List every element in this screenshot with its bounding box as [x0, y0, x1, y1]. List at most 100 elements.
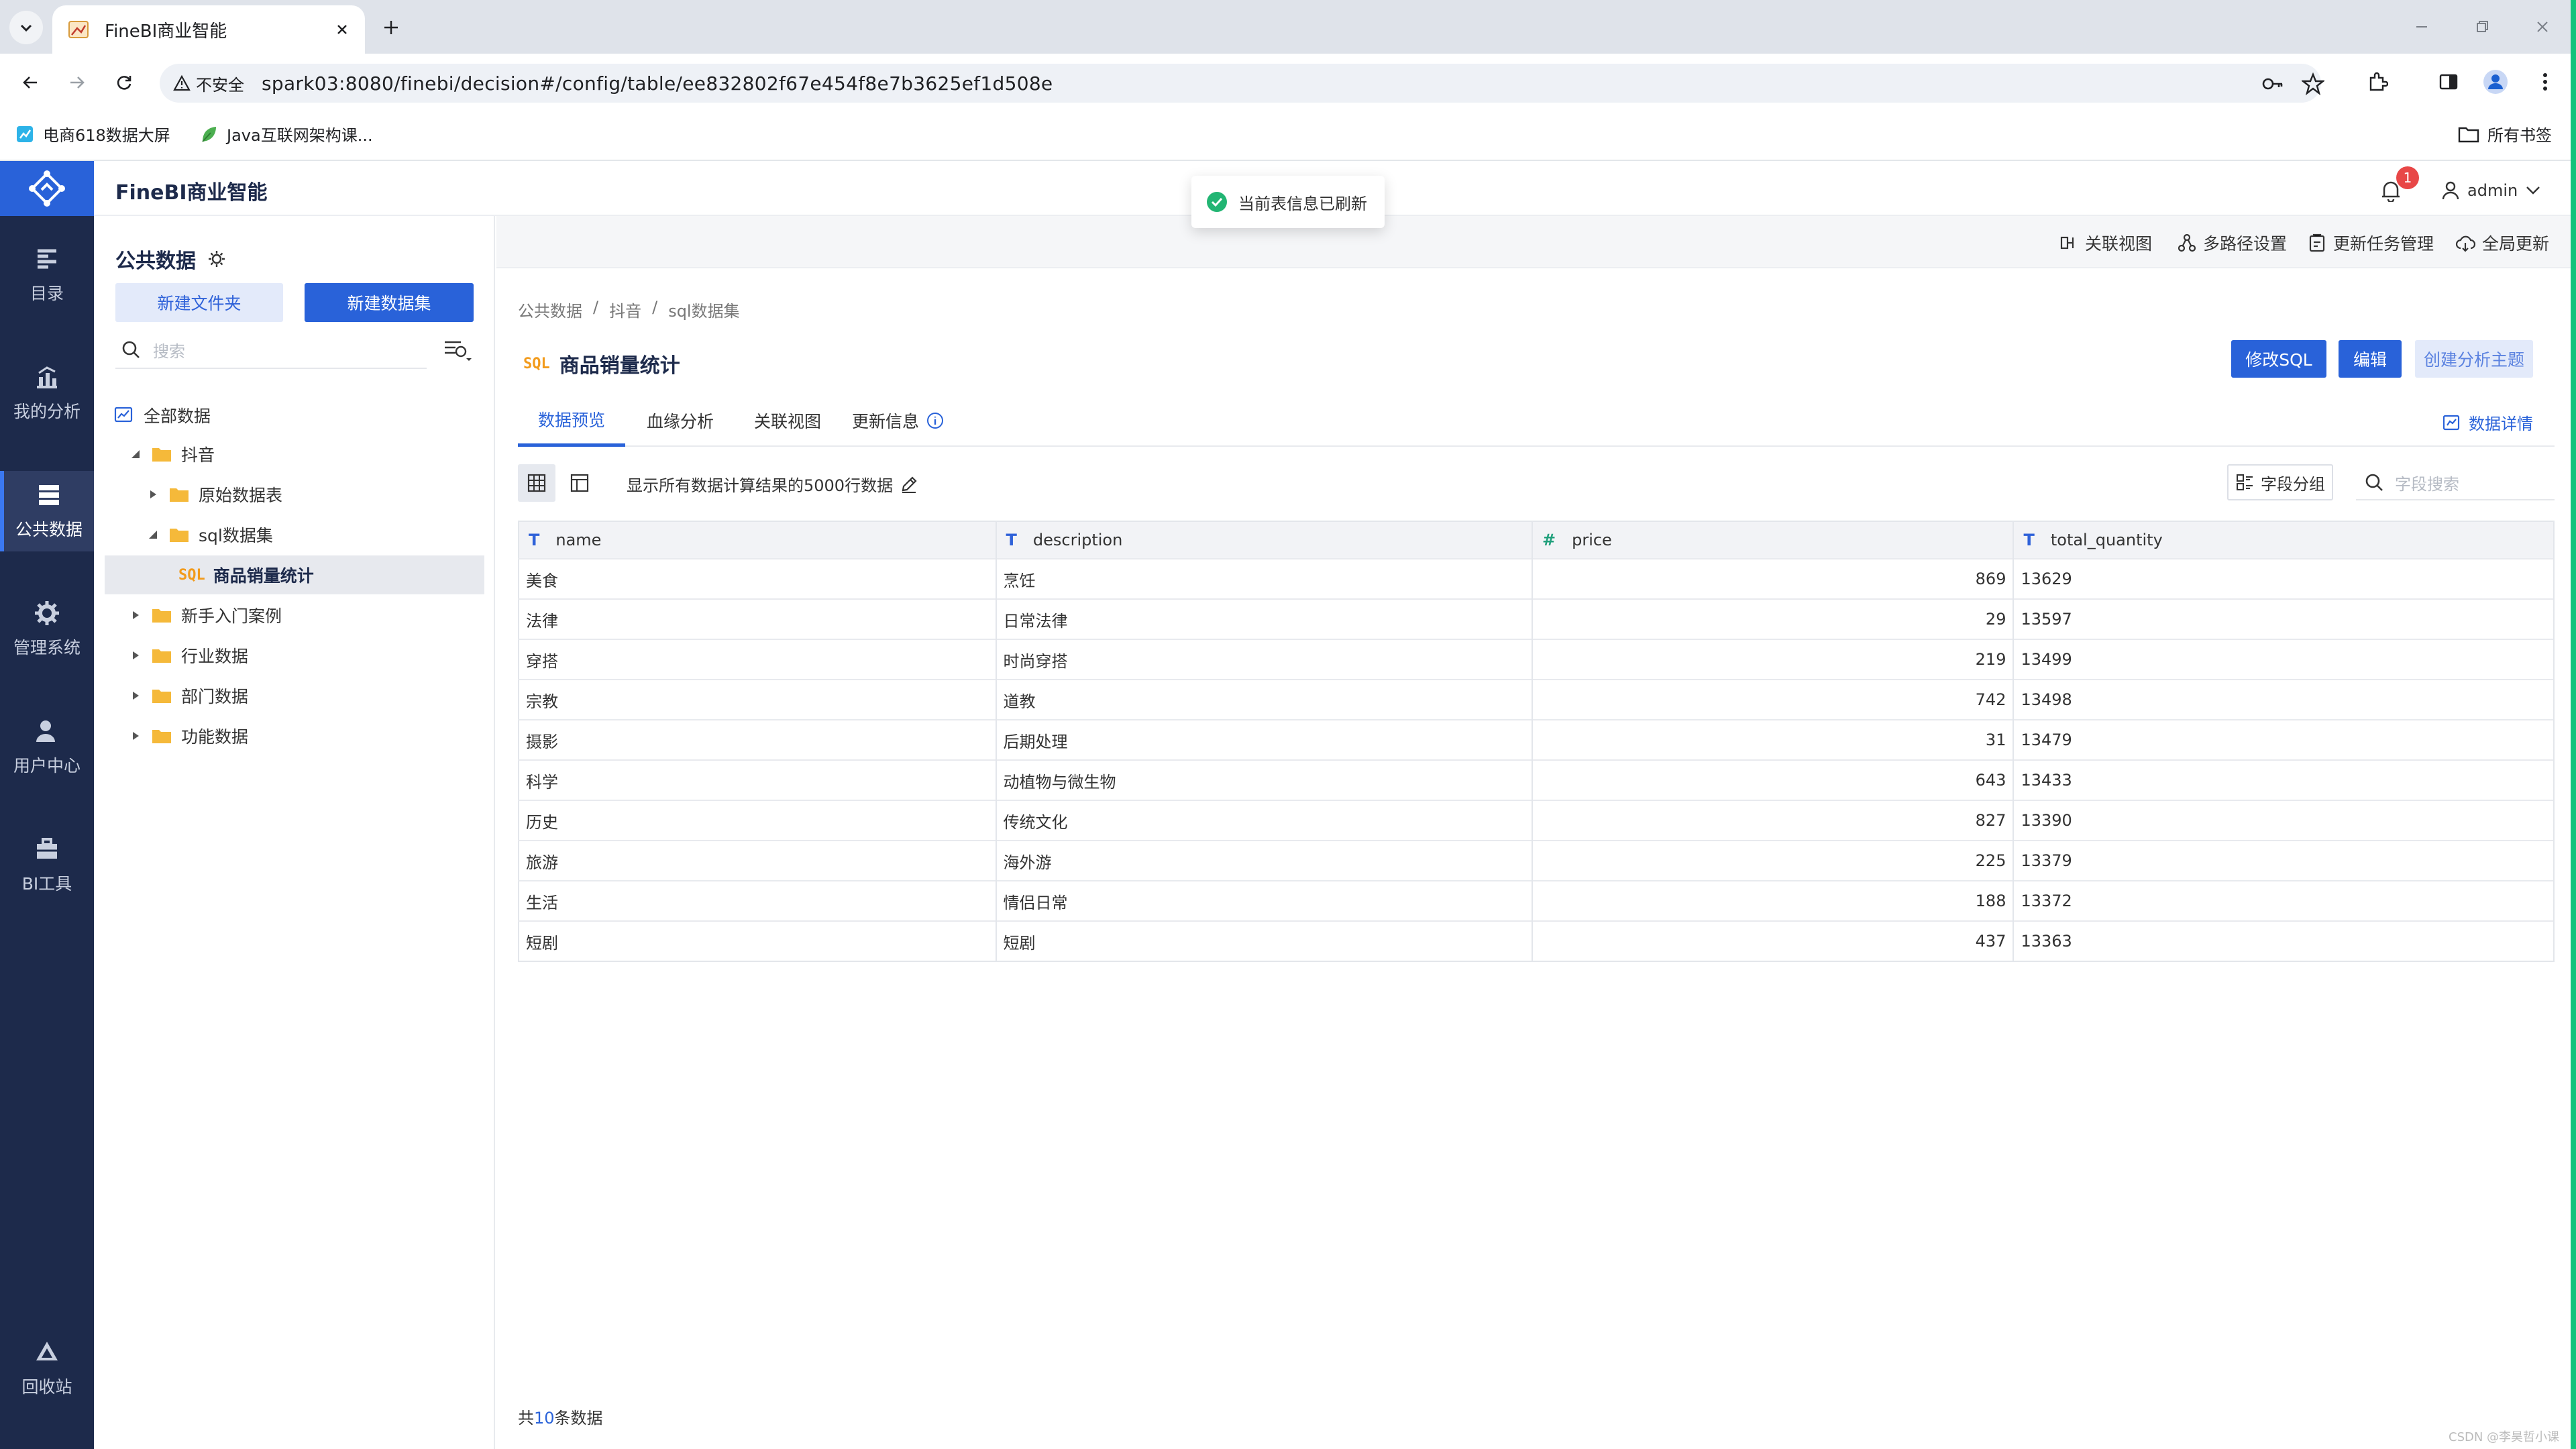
table-row[interactable]: 旅游 海外游 225 13379 — [519, 840, 2555, 881]
table-row[interactable]: 历史 传统文化 827 13390 — [519, 800, 2555, 841]
field-group-button[interactable]: 字段分组 — [2227, 464, 2333, 500]
filter-options-icon[interactable] — [440, 335, 474, 365]
table-row[interactable]: 短剧 短剧 437 13363 — [519, 920, 2555, 961]
table-row[interactable]: 科学 动植物与微生物 643 13433 — [519, 759, 2555, 800]
tree-item-folder[interactable]: 原始数据表 — [94, 475, 494, 514]
password-key-icon[interactable] — [2259, 70, 2286, 97]
table-row[interactable]: 摄影 后期处理 31 13479 — [519, 719, 2555, 760]
multi-path-action[interactable]: 多路径设置 — [2178, 229, 2287, 256]
table-cell: 31 — [1532, 719, 2015, 760]
tree-item-folder[interactable]: 新手入门案例 — [94, 596, 494, 635]
breadcrumb-item[interactable]: 公共数据 — [518, 298, 582, 321]
folder-icon — [152, 446, 172, 462]
tab-lineage[interactable]: 血缘分析 — [647, 394, 714, 447]
rail-item-bi-tools[interactable]: BI工具 — [0, 825, 94, 906]
rail-item-my-analysis[interactable]: 我的分析 — [0, 353, 94, 433]
screen-edge — [2571, 0, 2576, 1449]
field-search-input[interactable]: 字段搜索 — [2356, 466, 2555, 500]
edit-button[interactable]: 编辑 — [2339, 340, 2402, 378]
tab-update-info[interactable]: 更新信息 — [852, 394, 945, 447]
settings-gear-icon[interactable] — [207, 249, 227, 269]
new-folder-button[interactable]: 新建文件夹 — [115, 283, 283, 322]
tree-item-folder[interactable]: 部门数据 — [94, 676, 494, 715]
breadcrumb: 公共数据 / 抖音 / sql数据集 — [518, 298, 740, 321]
breadcrumb-item[interactable]: sql数据集 — [668, 298, 739, 321]
reload-icon[interactable] — [107, 66, 141, 99]
create-analysis-topic-button[interactable]: 创建分析主题 — [2415, 340, 2533, 378]
bookmark-item[interactable]: Java互联网架构课... — [199, 122, 373, 146]
restore-window-icon[interactable] — [2462, 12, 2502, 42]
extensions-puzzle-icon[interactable] — [2360, 64, 2395, 99]
caret-collapsed-icon — [145, 486, 161, 502]
browser-menu-icon[interactable] — [2528, 64, 2563, 99]
tree-item-folder[interactable]: 抖音 — [94, 435, 494, 474]
data-detail-icon — [2442, 413, 2461, 432]
top-action-bar: 关联视图 多路径设置 更新任务管理 全局更新 — [496, 216, 2576, 268]
tree-item-all-data[interactable]: 全部数据 — [94, 396, 494, 435]
rail-item-user-center[interactable]: 用户中心 — [0, 707, 94, 788]
grid-view-button[interactable] — [518, 464, 555, 502]
bookmark-item[interactable]: 电商618数据大屏 — [15, 122, 170, 146]
bookmark-star-icon[interactable] — [2300, 70, 2326, 97]
all-bookmarks[interactable]: 所有书签 — [2458, 122, 2552, 146]
table-cell: 225 — [1532, 840, 2015, 881]
search-icon — [2364, 472, 2384, 492]
close-tab-icon[interactable] — [329, 16, 356, 43]
rail-item-catalog[interactable]: 目录 — [0, 235, 94, 315]
table-row[interactable]: 穿搭 时尚穿搭 219 13499 — [519, 639, 2555, 680]
layout-view-button[interactable] — [561, 464, 598, 502]
table-cell: 日常法律 — [996, 598, 1533, 639]
user-menu[interactable]: admin — [2442, 176, 2540, 205]
forward-arrow-icon[interactable] — [60, 66, 94, 99]
data-detail-link[interactable]: 数据详情 — [2442, 411, 2533, 434]
column-header[interactable]: Tdescription — [996, 521, 1533, 559]
breadcrumb-item[interactable]: 抖音 — [609, 298, 641, 321]
related-view-action[interactable]: 关联视图 — [2059, 229, 2152, 256]
rail-item-management[interactable]: 管理系统 — [0, 589, 94, 669]
new-dataset-button[interactable]: 新建数据集 — [305, 283, 474, 322]
tree-search-input[interactable]: 搜索 — [115, 331, 427, 369]
column-header[interactable]: Tname — [519, 521, 997, 559]
caret-collapsed-icon — [127, 728, 144, 744]
rail-item-recycle-bin[interactable]: 回收站 — [0, 1328, 94, 1409]
back-arrow-icon[interactable] — [13, 66, 47, 99]
table-cell: 生活 — [519, 880, 997, 921]
column-header[interactable]: Ttotal_quantity — [2013, 521, 2555, 559]
finebi-logo-icon[interactable] — [0, 161, 94, 216]
table-cell: 13363 — [2013, 920, 2555, 961]
tree-item-dataset[interactable]: SQL 商品销量统计 — [105, 555, 484, 594]
profile-avatar-icon[interactable] — [2478, 64, 2513, 99]
side-panel-icon[interactable] — [2431, 64, 2466, 99]
tree-item-folder[interactable]: sql数据集 — [94, 515, 494, 554]
folder-icon — [169, 486, 189, 502]
table-row[interactable]: 美食 烹饪 869 13629 — [519, 558, 2555, 599]
table-row[interactable]: 法律 日常法律 29 13597 — [519, 598, 2555, 639]
column-header[interactable]: # price — [1532, 521, 2015, 559]
table-row[interactable]: 生活 情侣日常 188 13372 — [519, 880, 2555, 921]
cloud-sync-icon — [2455, 233, 2475, 252]
url-text[interactable]: spark03:8080/finebi/decision#/config/tab… — [262, 72, 1053, 95]
global-update-action[interactable]: 全局更新 — [2455, 229, 2549, 256]
edit-sql-button[interactable]: 修改SQL — [2231, 340, 2326, 378]
record-count: 共10条数据 — [518, 1409, 603, 1428]
rail-item-public-data[interactable]: 公共数据 — [0, 471, 94, 551]
table-cell: 643 — [1532, 759, 2015, 800]
caret-expanded-icon — [127, 446, 144, 462]
table-row[interactable]: 宗教 道教 742 13498 — [519, 679, 2555, 720]
browser-tab[interactable]: FineBI商业智能 — [52, 5, 365, 54]
tab-search-button[interactable] — [9, 11, 43, 44]
table-cell: 摄影 — [519, 719, 997, 760]
security-chip[interactable]: 不安全 — [173, 72, 244, 95]
minimize-window-icon[interactable] — [2402, 12, 2442, 42]
tab-data-preview[interactable]: 数据预览 — [518, 394, 626, 447]
omnibox[interactable]: 不安全 spark03:8080/finebi/decision#/config… — [160, 64, 2324, 103]
edit-pencil-icon[interactable] — [900, 475, 918, 494]
tree-item-folder[interactable]: 功能数据 — [94, 716, 494, 755]
tree-item-folder[interactable]: 行业数据 — [94, 636, 494, 675]
update-task-action[interactable]: 更新任务管理 — [2308, 229, 2434, 256]
tab-related-view[interactable]: 关联视图 — [754, 394, 821, 447]
new-tab-icon[interactable] — [376, 12, 407, 43]
chevron-down-icon — [2526, 186, 2540, 195]
close-window-icon[interactable] — [2522, 12, 2563, 42]
row-count-note[interactable]: 显示所有数据计算结果的5000行数据 — [627, 472, 918, 496]
